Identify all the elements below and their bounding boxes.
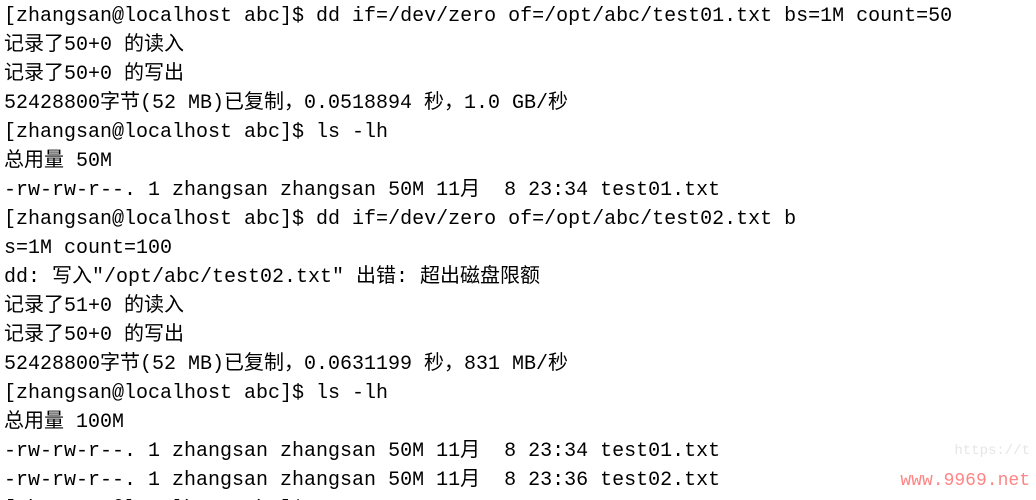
output-dd2-sum: 52428800字节(52 MB)已复制，0.0631199 秒，831 MB/… xyxy=(4,350,1032,379)
output-ls2-row2: -rw-rw-r--. 1 zhangsan zhangsan 50M 11月 … xyxy=(4,466,1032,495)
output-dd1-sum: 52428800字节(52 MB)已复制，0.0518894 秒，1.0 GB/… xyxy=(4,89,1032,118)
active-prompt-line[interactable]: [zhangsan@localhost abc]$ xyxy=(4,495,1032,500)
prompt-line-1: [zhangsan@localhost abc]$ dd if=/dev/zer… xyxy=(4,2,1032,31)
prompt-line-4: [zhangsan@localhost abc]$ ls -lh xyxy=(4,379,1032,408)
output-ls2-total: 总用量 100M xyxy=(4,408,1032,437)
terminal-output[interactable]: [zhangsan@localhost abc]$ dd if=/dev/zer… xyxy=(0,0,1036,500)
output-dd2-in: 记录了51+0 的读入 xyxy=(4,292,1032,321)
output-ls2-row1: -rw-rw-r--. 1 zhangsan zhangsan 50M 11月 … xyxy=(4,437,1032,466)
output-ls1-total: 总用量 50M xyxy=(4,147,1032,176)
prompt-line-3b: s=1M count=100 xyxy=(4,234,1032,263)
watermark-faint: https://t xyxy=(954,437,1030,466)
watermark-main: www.9969.net xyxy=(900,467,1030,496)
output-dd1-in: 记录了50+0 的读入 xyxy=(4,31,1032,60)
output-dd1-out: 记录了50+0 的写出 xyxy=(4,60,1032,89)
prompt-line-3a: [zhangsan@localhost abc]$ dd if=/dev/zer… xyxy=(4,205,1032,234)
output-dd2-out: 记录了50+0 的写出 xyxy=(4,321,1032,350)
output-ls1-row1: -rw-rw-r--. 1 zhangsan zhangsan 50M 11月 … xyxy=(4,176,1032,205)
prompt-line-2: [zhangsan@localhost abc]$ ls -lh xyxy=(4,118,1032,147)
output-dd2-err: dd: 写入"/opt/abc/test02.txt" 出错: 超出磁盘限额 xyxy=(4,263,1032,292)
